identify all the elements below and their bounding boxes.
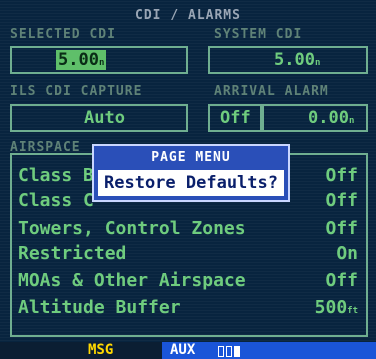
page-menu-popup: PAGE MENU Restore Defaults? <box>92 144 290 202</box>
page-indicator-2 <box>226 346 232 357</box>
ils-capture-label: ILS CDI CAPTURE <box>10 84 143 99</box>
airspace-row-name: Towers, Control Zones <box>18 218 246 239</box>
system-cdi-field: 5.00n <box>208 46 368 74</box>
arrival-alarm-distance-field[interactable]: 0.00n <box>262 104 368 132</box>
arrival-alarm-distance[interactable]: 0.00n <box>308 108 354 128</box>
page-title: CDI / ALARMS <box>135 8 241 23</box>
system-cdi-label: SYSTEM CDI <box>214 27 303 42</box>
arrival-alarm-state-field[interactable]: Off <box>208 104 262 132</box>
page-menu-title: PAGE MENU <box>151 150 231 165</box>
airspace-row-name: Class B <box>18 165 94 186</box>
airspace-row-value[interactable]: Off <box>325 270 358 291</box>
airspace-row-name: Restricted <box>18 243 127 264</box>
selected-cdi-label: SELECTED CDI <box>10 27 116 42</box>
aux-page-group[interactable]: AUX <box>162 342 376 359</box>
airspace-row-value[interactable]: On <box>336 243 358 264</box>
airspace-row-value[interactable]: Off <box>325 218 358 239</box>
airspace-row-value[interactable]: Off <box>325 165 358 186</box>
msg-indicator[interactable]: MSG <box>88 342 113 358</box>
aux-label: AUX <box>170 342 196 358</box>
arrival-alarm-state[interactable]: Off <box>220 108 251 128</box>
ils-capture-field[interactable]: Auto <box>10 104 188 132</box>
selected-cdi-value[interactable]: 5.00n <box>56 50 107 70</box>
airspace-row-value[interactable]: Off <box>325 190 358 211</box>
airspace-row-altitude-buffer[interactable]: Altitude Buffer 500ft <box>18 297 358 321</box>
airspace-row-name: MOAs & Other Airspace <box>18 270 246 291</box>
selected-cdi-field[interactable]: 5.00n <box>10 46 188 74</box>
system-cdi-value: 5.00n <box>274 50 321 70</box>
page-indicator-1 <box>218 346 224 357</box>
status-bar: MSG AUX <box>0 342 376 359</box>
arrival-alarm-label: ARRIVAL ALARM <box>214 84 329 99</box>
airspace-row-name: Altitude Buffer <box>18 297 181 318</box>
ils-capture-value[interactable]: Auto <box>84 108 125 128</box>
airspace-row-value[interactable]: 500ft <box>315 297 358 318</box>
airspace-row-towers[interactable]: Towers, Control Zones Off <box>18 218 358 242</box>
restore-defaults-option[interactable]: Restore Defaults? <box>98 170 284 196</box>
airspace-row-restricted[interactable]: Restricted On <box>18 243 358 267</box>
airspace-row-moas[interactable]: MOAs & Other Airspace Off <box>18 270 358 294</box>
gps-screen: CDI / ALARMS SELECTED CDI 5.00n SYSTEM C… <box>0 0 376 359</box>
airspace-row-name: Class C <box>18 190 94 211</box>
page-indicator-current <box>234 346 240 357</box>
